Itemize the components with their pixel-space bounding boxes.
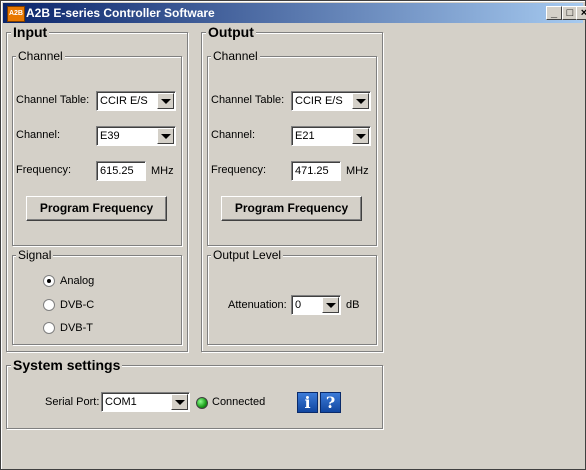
chevron-down-icon[interactable] <box>171 394 188 410</box>
system-settings-panel: System settings Serial Port: COM1 Connec… <box>6 357 383 429</box>
input-channel-table-value: CCIR E/S <box>100 95 148 107</box>
input-frequency-field[interactable]: 615.25 <box>96 161 146 181</box>
attenuation-unit: dB <box>346 299 360 311</box>
serial-port-value: COM1 <box>105 396 137 408</box>
radio-dvb-c-label[interactable]: DVB-C <box>60 299 94 311</box>
info-icon[interactable]: i <box>297 392 318 413</box>
output-channel-value: E21 <box>295 130 315 142</box>
connection-status-led-icon <box>196 397 208 409</box>
radio-dvb-c[interactable] <box>43 299 55 311</box>
input-signal-legend: Signal <box>16 248 54 262</box>
attenuation-select[interactable]: 0 <box>291 295 341 315</box>
output-channel-table-select[interactable]: CCIR E/S <box>291 91 371 111</box>
title-bar[interactable]: A2B A2B E-series Controller Software _ □ <box>3 3 583 23</box>
input-signal-group: Signal Analog DVB-C DVB-T <box>12 248 182 345</box>
input-channel-value: E39 <box>100 130 120 142</box>
output-frequency-unit: MHz <box>346 165 369 177</box>
input-channel-table-label: Channel Table: <box>16 94 90 106</box>
output-channel-label: Channel: <box>211 129 256 141</box>
radio-dvb-t[interactable] <box>43 322 55 334</box>
input-program-frequency-button[interactable]: Program Frequency <box>26 196 167 221</box>
output-panel: Output Channel Channel Table: CCIR E/S C… <box>201 24 383 352</box>
output-program-frequency-button[interactable]: Program Frequency <box>221 196 362 221</box>
serial-port-select[interactable]: COM1 <box>101 392 190 412</box>
input-frequency-value: 615.25 <box>100 165 134 177</box>
input-channel-group: Channel Channel Table: CCIR E/S Channel:… <box>12 49 182 246</box>
output-frequency-value: 471.25 <box>295 165 329 177</box>
output-level-legend: Output Level <box>211 248 284 262</box>
attenuation-label: Attenuation: <box>228 299 287 311</box>
chevron-down-icon[interactable] <box>157 128 174 144</box>
connection-status-text: Connected <box>212 396 266 408</box>
input-channel-legend: Channel <box>16 49 65 63</box>
system-settings-title: System settings <box>11 357 123 373</box>
window-title: A2B E-series Controller Software <box>26 6 215 20</box>
input-channel-label: Channel: <box>16 129 61 141</box>
close-button[interactable]: × <box>576 6 586 20</box>
output-channel-select[interactable]: E21 <box>291 126 371 146</box>
chevron-down-icon[interactable] <box>352 128 369 144</box>
input-panel: Input Channel Channel Table: CCIR E/S Ch… <box>6 24 188 352</box>
output-level-group: Output Level Attenuation: 0 dB <box>207 248 377 345</box>
app-window: A2B A2B E-series Controller Software _ □… <box>0 0 586 470</box>
chevron-down-icon[interactable] <box>352 93 369 109</box>
radio-dvb-t-label[interactable]: DVB-T <box>60 322 93 334</box>
input-title: Input <box>11 24 50 40</box>
output-channel-group: Channel Channel Table: CCIR E/S Channel:… <box>207 49 377 246</box>
chevron-down-icon[interactable] <box>157 93 174 109</box>
serial-port-label: Serial Port: <box>45 396 100 408</box>
output-channel-table-value: CCIR E/S <box>295 95 343 107</box>
input-channel-select[interactable]: E39 <box>96 126 176 146</box>
chevron-down-icon[interactable] <box>322 297 339 313</box>
output-frequency-label: Frequency: <box>211 164 267 176</box>
attenuation-value: 0 <box>295 299 302 311</box>
app-logo-icon: A2B <box>7 6 25 22</box>
output-channel-table-label: Channel Table: <box>211 94 285 106</box>
input-frequency-unit: MHz <box>151 165 174 177</box>
help-icon[interactable]: ? <box>320 392 341 413</box>
radio-analog[interactable] <box>43 275 55 287</box>
input-frequency-label: Frequency: <box>16 164 72 176</box>
output-channel-legend: Channel <box>211 49 260 63</box>
minimize-button[interactable]: _ <box>546 6 562 20</box>
output-frequency-field[interactable]: 471.25 <box>291 161 341 181</box>
input-channel-table-select[interactable]: CCIR E/S <box>96 91 176 111</box>
radio-analog-label[interactable]: Analog <box>60 275 94 287</box>
output-title: Output <box>206 24 256 40</box>
